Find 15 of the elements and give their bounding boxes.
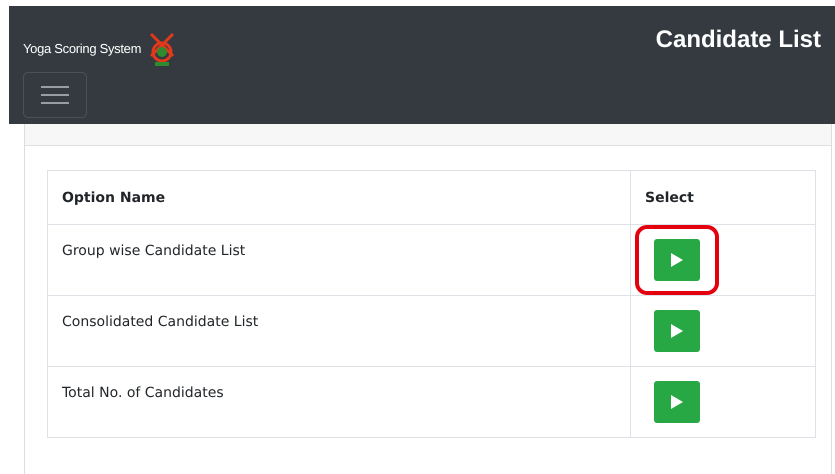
play-button[interactable] (654, 310, 700, 352)
play-icon (670, 252, 684, 268)
column-header: Select (630, 170, 816, 224)
brand-name[interactable]: Yoga Scoring System (23, 40, 142, 56)
play-button[interactable] (654, 239, 700, 281)
column-header: Option Name (48, 170, 630, 224)
menu-button[interactable] (23, 72, 87, 118)
table-cell: Group wise Candidate List (48, 224, 630, 296)
table-cell: Consolidated Candidate List (48, 296, 630, 366)
page-title: Candidate List (656, 26, 821, 55)
play-icon (670, 394, 684, 410)
play-button[interactable] (654, 381, 700, 423)
play-icon (670, 323, 684, 339)
menu-icon (40, 84, 70, 106)
table-cell: Total No. of Candidates (48, 366, 630, 438)
